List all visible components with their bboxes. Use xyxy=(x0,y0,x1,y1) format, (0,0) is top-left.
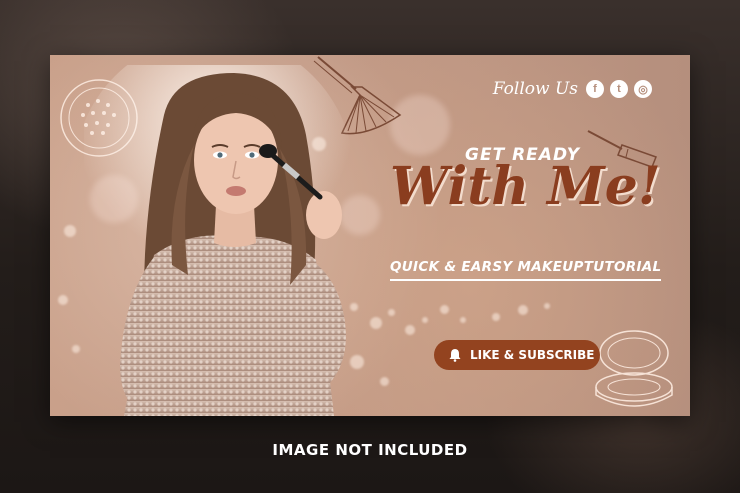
facebook-icon[interactable]: f xyxy=(586,80,604,98)
thumbnail-banner: Follow Us f t ◎ GET READY With Me! QUICK… xyxy=(50,55,690,416)
like-subscribe-label: LIKE & SUBSCRIBE xyxy=(470,348,595,362)
instagram-icon[interactable]: ◎ xyxy=(634,80,652,98)
bokeh-light xyxy=(405,325,415,335)
twitter-icon[interactable]: t xyxy=(610,80,628,98)
bokeh-light xyxy=(64,225,76,237)
bokeh-light xyxy=(72,345,80,353)
bokeh-light xyxy=(518,305,528,315)
woman-photo xyxy=(84,65,354,416)
follow-us-row: Follow Us f t ◎ xyxy=(493,79,652,99)
bell-icon xyxy=(449,349,461,362)
follow-us-label: Follow Us xyxy=(492,79,578,99)
bokeh-light xyxy=(492,313,500,321)
bokeh-light xyxy=(58,295,68,305)
bokeh-light xyxy=(460,317,466,323)
bokeh-light xyxy=(440,305,449,314)
headline-main: With Me! xyxy=(390,156,661,217)
bokeh-light xyxy=(422,317,428,323)
subtitle: QUICK & EARSY MAKEUPTUTORIAL xyxy=(390,259,662,281)
bokeh-light xyxy=(388,309,395,316)
image-not-included-notice: IMAGE NOT INCLUDED xyxy=(272,441,468,459)
like-subscribe-button[interactable]: LIKE & SUBSCRIBE xyxy=(434,340,600,370)
compact-case-icon xyxy=(595,330,673,407)
bokeh-light xyxy=(544,303,550,309)
